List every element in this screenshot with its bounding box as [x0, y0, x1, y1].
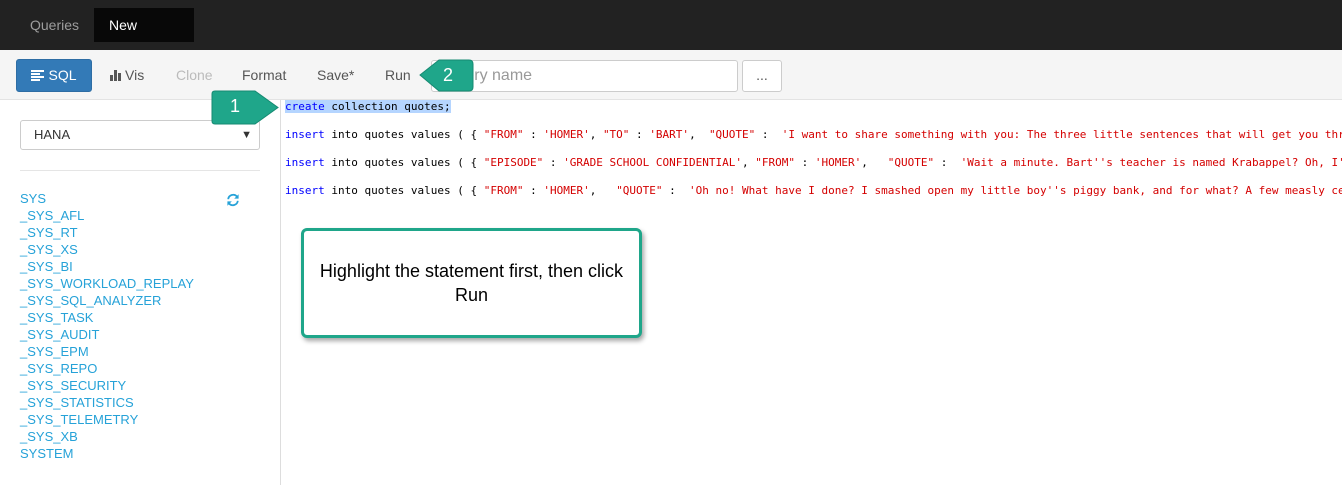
- vis-button-label: Vis: [125, 67, 145, 83]
- top-nav: Queries New Query: [0, 0, 1342, 67]
- code-line-create: create collection quotes;: [285, 100, 451, 114]
- schema-item-system[interactable]: SYSTEM: [20, 445, 194, 462]
- more-options-button[interactable]: ...: [742, 60, 782, 92]
- schema-item-sys-epm[interactable]: _SYS_EPM: [20, 343, 194, 360]
- step-marker-1-label: 1: [230, 96, 241, 116]
- code-line-insert-1: insert into quotes values ( { "FROM" : '…: [285, 128, 1342, 141]
- tab-new-query[interactable]: New Query: [94, 8, 194, 67]
- align-left-icon: [31, 70, 45, 81]
- sidebar-divider: [20, 170, 260, 171]
- sql-button[interactable]: SQL: [16, 59, 92, 92]
- arrow-marker-icon: [211, 90, 279, 125]
- bar-chart-icon: [110, 70, 122, 81]
- schema-item-sys-task[interactable]: _SYS_TASK: [20, 309, 194, 326]
- save-button[interactable]: Save*: [317, 59, 354, 92]
- vis-button[interactable]: Vis: [110, 59, 144, 92]
- schema-item-sys-xs[interactable]: _SYS_XS: [20, 241, 194, 258]
- query-toolbar: SQL Vis Clone Format Save* Run ...: [0, 50, 1342, 100]
- schema-item-sys-sql-analyzer[interactable]: _SYS_SQL_ANALYZER: [20, 292, 194, 309]
- code-line-insert-3: insert into quotes values ( { "FROM" : '…: [285, 184, 1342, 197]
- step-marker-2-label: 2: [443, 65, 454, 85]
- schema-item-sys-bi[interactable]: _SYS_BI: [20, 258, 194, 275]
- schema-sidebar: HANA ▼ SYS _SYS_AFL _SYS_RT _SYS_XS _SYS…: [0, 100, 281, 485]
- schema-item-sys-afl[interactable]: _SYS_AFL: [20, 207, 194, 224]
- schema-item-sys-workload-replay[interactable]: _SYS_WORKLOAD_REPLAY: [20, 275, 194, 292]
- refresh-icon[interactable]: [226, 193, 240, 207]
- schema-item-sys-statistics[interactable]: _SYS_STATISTICS: [20, 394, 194, 411]
- schema-item-sys-rt[interactable]: _SYS_RT: [20, 224, 194, 241]
- schema-item-sys-xb[interactable]: _SYS_XB: [20, 428, 194, 445]
- sql-button-label: SQL: [48, 67, 77, 83]
- schema-item-sys-repo[interactable]: _SYS_REPO: [20, 360, 194, 377]
- app-root: Queries New Query SQL Vis Clone Format S…: [0, 0, 1342, 485]
- clone-button[interactable]: Clone: [176, 59, 213, 92]
- schema-item-sys-telemetry[interactable]: _SYS_TELEMETRY: [20, 411, 194, 428]
- instruction-callout: Highlight the statement first, then clic…: [301, 228, 642, 338]
- query-name-input[interactable]: [431, 60, 738, 92]
- run-button[interactable]: Run: [385, 59, 411, 92]
- schema-item-sys-security[interactable]: _SYS_SECURITY: [20, 377, 194, 394]
- schema-list: SYS _SYS_AFL _SYS_RT _SYS_XS _SYS_BI _SY…: [20, 190, 194, 462]
- schema-item-sys-audit[interactable]: _SYS_AUDIT: [20, 326, 194, 343]
- selected-statement: create collection quotes;: [285, 100, 451, 113]
- schema-item-sys[interactable]: SYS: [20, 190, 194, 207]
- database-select-value: HANA: [34, 127, 71, 142]
- tab-queries[interactable]: Queries: [15, 8, 94, 42]
- code-line-insert-2: insert into quotes values ( { "EPISODE" …: [285, 156, 1342, 169]
